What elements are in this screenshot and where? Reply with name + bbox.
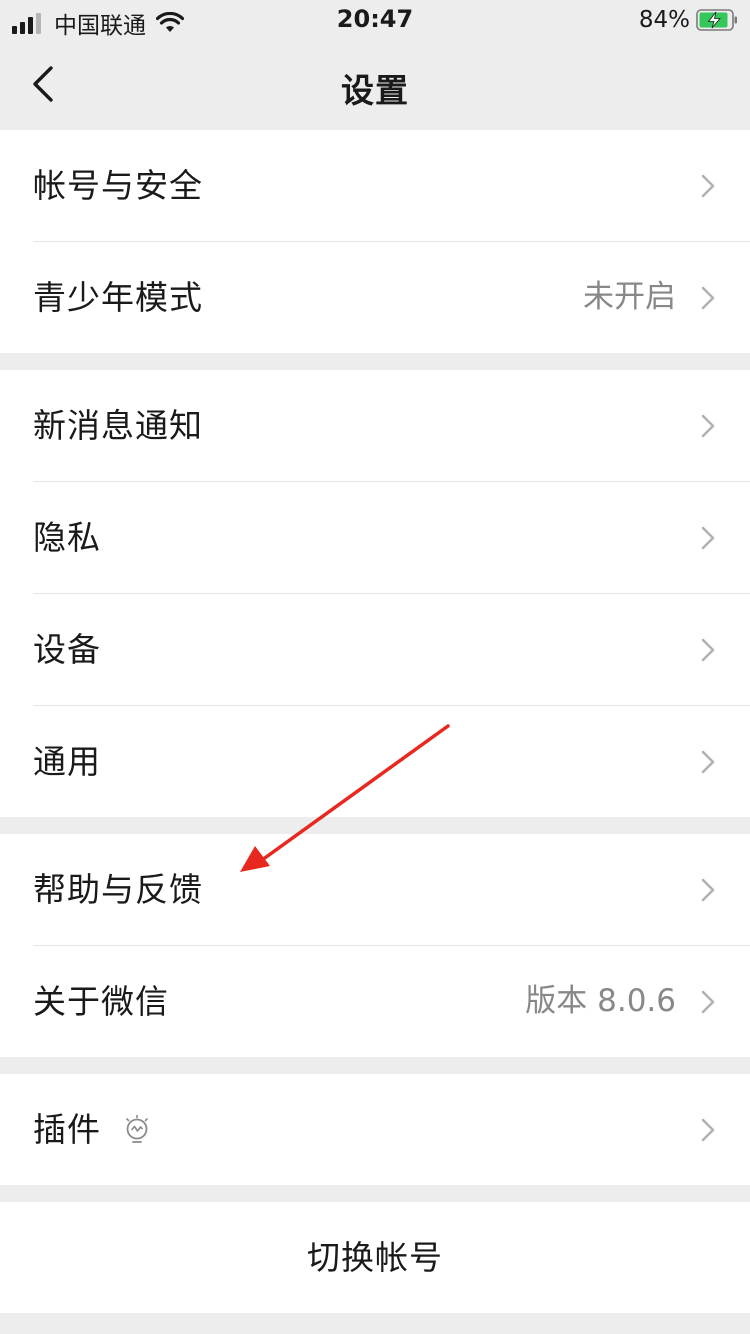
settings-group-account: 帐号与安全 青少年模式 未开启: [0, 130, 750, 353]
settings-item-label: 新消息通知: [33, 406, 203, 445]
status-bar: 中国联通 20:47 84%: [0, 0, 750, 42]
settings-group-general: 新消息通知 隐私 设备 通用: [0, 370, 750, 817]
switch-account-button[interactable]: 切换帐号: [0, 1202, 750, 1313]
settings-item-value: 未开启: [583, 279, 676, 315]
settings-item-value: 版本 8.0.6: [525, 983, 676, 1019]
chevron-right-icon: [701, 1118, 715, 1142]
settings-item-label: 通用: [33, 742, 101, 781]
settings-group-help: 帮助与反馈 关于微信 版本 8.0.6: [0, 834, 750, 1057]
nav-bar: 设置: [0, 42, 750, 130]
settings-item-about[interactable]: 关于微信 版本 8.0.6: [0, 946, 750, 1057]
settings-item-account-security[interactable]: 帐号与安全: [0, 130, 750, 241]
battery-charging-icon: [696, 9, 737, 31]
page-title: 设置: [341, 71, 409, 110]
settings-item-general[interactable]: 通用: [0, 706, 750, 817]
settings-item-label: 隐私: [33, 518, 101, 557]
settings-item-label: 青少年模式: [33, 278, 203, 317]
chevron-right-icon: [701, 526, 715, 550]
switch-account-group: 切换帐号: [0, 1202, 750, 1313]
battery-percentage: 84%: [638, 7, 690, 33]
settings-item-teen-mode[interactable]: 青少年模式 未开启: [0, 242, 750, 353]
settings-item-label: 设备: [33, 630, 101, 669]
chevron-right-icon: [701, 414, 715, 438]
status-right: 84%: [639, 7, 738, 33]
chevron-right-icon: [701, 638, 715, 662]
chevron-right-icon: [701, 286, 715, 310]
settings-item-label: 插件: [33, 1110, 101, 1149]
settings-group-plugins: 插件: [0, 1074, 750, 1185]
chevron-right-icon: [701, 750, 715, 774]
settings-item-privacy[interactable]: 隐私: [0, 482, 750, 593]
settings-item-help-feedback[interactable]: 帮助与反馈: [0, 834, 750, 945]
settings-item-plugins[interactable]: 插件: [0, 1074, 750, 1185]
chevron-right-icon: [701, 990, 715, 1014]
status-time: 20:47: [336, 5, 414, 33]
settings-item-label: 帮助与反馈: [33, 870, 203, 909]
settings-item-label: 帐号与安全: [33, 166, 203, 205]
settings-item-devices[interactable]: 设备: [0, 594, 750, 705]
settings-item-label: 关于微信: [33, 982, 169, 1021]
chevron-right-icon: [701, 878, 715, 902]
switch-account-label: 切换帐号: [307, 1238, 443, 1277]
settings-item-notifications[interactable]: 新消息通知: [0, 370, 750, 481]
chevron-right-icon: [701, 174, 715, 198]
plugin-bulb-icon: [126, 1114, 148, 1143]
